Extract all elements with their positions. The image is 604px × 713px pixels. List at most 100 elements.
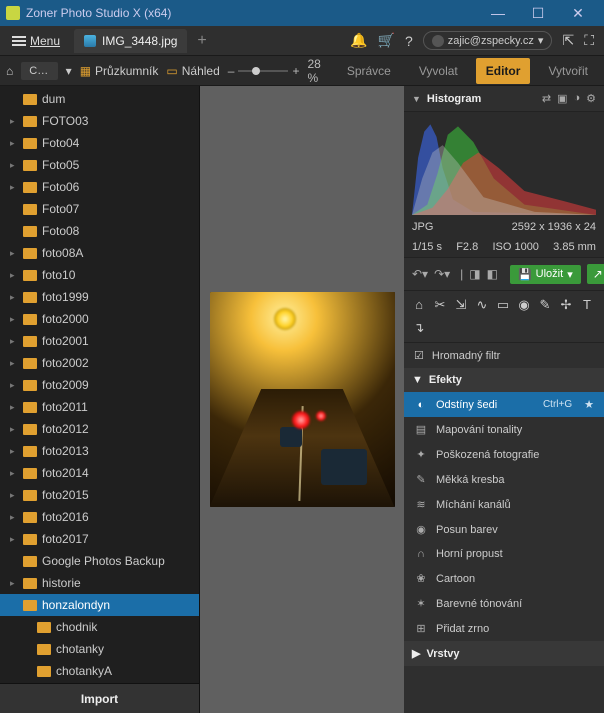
folder-dum[interactable]: dum <box>0 88 199 110</box>
path-dropdown-icon[interactable]: ▾ <box>66 64 72 78</box>
histogram-opt3-icon[interactable]: ◑ <box>573 92 580 105</box>
histogram-opt1-icon[interactable]: ⇄ <box>542 92 551 105</box>
histogram-settings-icon[interactable]: ⚙ <box>586 92 596 105</box>
menu-button[interactable]: Menu <box>4 30 68 52</box>
tool-text-icon[interactable]: T <box>580 297 594 313</box>
tool-home-icon[interactable]: ⌂ <box>412 297 426 313</box>
effect-posun-barev[interactable]: ◉Posun barev <box>404 517 604 542</box>
expand-arrow-icon: ▸ <box>10 292 18 303</box>
folder-foto2001[interactable]: ▸foto2001 <box>0 330 199 352</box>
tool-brush-icon[interactable]: ✎ <box>538 297 552 313</box>
folder-foto08a[interactable]: ▸foto08A <box>0 242 199 264</box>
folder-label: chotanky <box>56 642 104 656</box>
tool-curves-icon[interactable]: ∿ <box>475 297 489 313</box>
histogram-opt2-icon[interactable]: ▣ <box>557 92 567 105</box>
close-button[interactable]: ✕ <box>558 0 598 26</box>
batch-icon: ☑ <box>414 349 424 362</box>
export-icon[interactable]: ⇱ <box>562 32 574 49</box>
preview-area[interactable] <box>200 86 404 713</box>
effect-p-idat-zrno[interactable]: ⊞Přidat zrno <box>404 616 604 641</box>
histogram-header[interactable]: ▼ Histogram ⇄ ▣ ◑ ⚙ <box>404 86 604 112</box>
folder-foto2009[interactable]: ▸foto2009 <box>0 374 199 396</box>
effect-m-kk-kresba[interactable]: ✎Měkká kresba <box>404 467 604 492</box>
mode-editor[interactable]: Editor <box>476 58 531 84</box>
image-file-icon <box>84 35 96 47</box>
tool-crop-icon[interactable]: ✂ <box>433 297 447 313</box>
tool-transform-icon[interactable]: ⇲ <box>454 297 468 313</box>
compare-icon[interactable]: ◨ <box>469 267 480 281</box>
zoom-in-icon[interactable]: + <box>292 64 299 78</box>
effect-barevn-t-nov-n-[interactable]: ✶Barevné tónování <box>404 591 604 616</box>
avatar-icon <box>432 35 444 47</box>
mode-create[interactable]: Vytvořit <box>538 58 598 84</box>
tool-eye-icon[interactable]: ◉ <box>517 297 531 313</box>
cart-icon[interactable]: 🛒 <box>378 32 395 49</box>
folder-honzalondyn[interactable]: honzalondyn <box>0 594 199 616</box>
tool-more-icon[interactable]: ↴ <box>412 320 426 336</box>
effect-odst-ny-edi[interactable]: ◐Odstíny šediCtrl+G★ <box>404 392 604 417</box>
folder-foto2014[interactable]: ▸foto2014 <box>0 462 199 484</box>
maximize-button[interactable]: ☐ <box>518 0 558 26</box>
folder-icon <box>23 160 37 171</box>
bell-icon[interactable]: 🔔 <box>350 32 367 49</box>
effect-mapov-n-tonality[interactable]: ▤Mapování tonality <box>404 417 604 442</box>
effects-header[interactable]: ▼ Efekty <box>404 368 604 392</box>
mode-develop[interactable]: Vyvolat <box>409 58 468 84</box>
effect-po-kozen-fotografie[interactable]: ✦Poškozená fotografie <box>404 442 604 467</box>
mode-manager[interactable]: Správce <box>337 58 401 84</box>
layers-header[interactable]: ▶ Vrstvy <box>404 641 604 666</box>
folder-foto06[interactable]: ▸Foto06 <box>0 176 199 198</box>
import-button[interactable]: Import <box>0 683 199 713</box>
folder-foto2013[interactable]: ▸foto2013 <box>0 440 199 462</box>
folder-foto05[interactable]: ▸Foto05 <box>0 154 199 176</box>
folder-chotanky[interactable]: chotanky <box>0 638 199 660</box>
folder-foto2011[interactable]: ▸foto2011 <box>0 396 199 418</box>
tool-select-icon[interactable]: ▭ <box>496 297 510 313</box>
effect-horn-propust[interactable]: ∩Horní propust <box>404 542 604 566</box>
folder-foto07[interactable]: Foto07 <box>0 198 199 220</box>
share-button[interactable]: ↗ <box>587 264 604 284</box>
fullscreen-icon[interactable]: ⛶ <box>584 32 594 49</box>
browser-toggle[interactable]: ▦ Průzkumník <box>80 64 159 78</box>
folder-foto1999[interactable]: ▸foto1999 <box>0 286 199 308</box>
original-icon[interactable]: ◧ <box>487 267 498 281</box>
folder-chotankya[interactable]: chotankyA <box>0 660 199 682</box>
folder-foto2000[interactable]: ▸foto2000 <box>0 308 199 330</box>
home-icon[interactable]: ⌂ <box>6 64 13 78</box>
folder-foto10[interactable]: ▸foto10 <box>0 264 199 286</box>
zoom-slider[interactable]: – + <box>228 64 300 78</box>
folder-chodnik[interactable]: chodnik <box>0 616 199 638</box>
effect-cartoon[interactable]: ❀Cartoon <box>404 566 604 591</box>
document-tab[interactable]: IMG_3448.jpg <box>74 29 187 53</box>
folder-foto2012[interactable]: ▸foto2012 <box>0 418 199 440</box>
effect-m-ch-n-kan-l-[interactable]: ≋Míchání kanálů <box>404 492 604 517</box>
folder-foto2002[interactable]: ▸foto2002 <box>0 352 199 374</box>
zoom-out-icon[interactable]: – <box>228 64 235 78</box>
folder-foto2015[interactable]: ▸foto2015 <box>0 484 199 506</box>
expand-arrow-icon: ▸ <box>10 358 18 369</box>
folder-foto08[interactable]: Foto08 <box>0 220 199 242</box>
undo-icon[interactable]: ↶▾ <box>412 267 428 281</box>
photo-preview[interactable] <box>210 292 395 507</box>
aperture: F2.8 <box>456 241 478 253</box>
meta-row-2: 1/15 s F2.8 ISO 1000 3.85 mm <box>404 237 604 258</box>
folder-foto03[interactable]: ▸FOTO03 <box>0 110 199 132</box>
user-account[interactable]: zajic@zspecky.cz ▾ <box>423 31 553 50</box>
folder-label: Foto07 <box>42 202 79 216</box>
path-breadcrumb[interactable]: C:\Users\Ponocni\Pi...\honzalondyn <box>21 62 57 80</box>
batch-filter[interactable]: ☑ Hromadný filtr <box>404 343 604 368</box>
preview-toggle[interactable]: ▭ Náhled <box>166 64 219 78</box>
help-icon[interactable]: ? <box>405 33 413 49</box>
folder-foto2017[interactable]: ▸foto2017 <box>0 528 199 550</box>
folder-foto2016[interactable]: ▸foto2016 <box>0 506 199 528</box>
save-button[interactable]: 💾 Uložit ▾ <box>510 265 581 284</box>
tool-clone-icon[interactable]: ✢ <box>559 297 573 313</box>
star-icon[interactable]: ★ <box>584 398 594 411</box>
folder-historie[interactable]: ▸historie <box>0 572 199 594</box>
folder-tree[interactable]: dum▸FOTO03▸Foto04▸Foto05▸Foto06 Foto07 Fot… <box>0 86 199 683</box>
add-tab-button[interactable]: + <box>197 32 206 50</box>
folder-foto04[interactable]: ▸Foto04 <box>0 132 199 154</box>
folder-google-photos-backup[interactable]: Google Photos Backup <box>0 550 199 572</box>
minimize-button[interactable]: — <box>478 0 518 26</box>
redo-icon[interactable]: ↷▾ <box>434 267 450 281</box>
